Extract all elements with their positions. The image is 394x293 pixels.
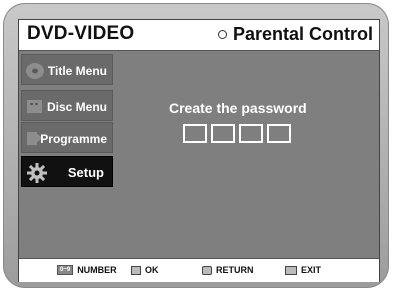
menu-item-label: Programme (40, 132, 107, 146)
password-prompt: Create the password (169, 100, 307, 116)
menu-item-programme[interactable]: Programme (21, 122, 113, 153)
password-digit-box[interactable] (183, 124, 207, 143)
return-key-icon (202, 265, 212, 275)
disc-menu-icon (26, 96, 48, 119)
password-digit-box[interactable] (211, 124, 235, 143)
menu-item-label: Disc Menu (46, 100, 107, 114)
return-hint-label: RETURN (216, 265, 254, 275)
menu-item-title-menu[interactable]: Title Menu (21, 54, 113, 85)
ok-hint[interactable]: OK (131, 265, 159, 275)
ring-icon (217, 30, 227, 39)
section-title: Parental Control (217, 24, 373, 45)
footer-legend: 0~9 NUMBER OK RETURN EXIT (19, 258, 379, 282)
password-input[interactable] (183, 124, 291, 143)
exit-hint[interactable]: EXIT (285, 265, 321, 275)
return-hint[interactable]: RETURN (202, 265, 254, 275)
header-bar: DVD-VIDEO Parental Control (19, 20, 379, 51)
menu-item-label: Title Menu (47, 64, 107, 78)
menu-item-setup[interactable]: Setup (21, 156, 113, 187)
exit-key-icon (285, 265, 297, 275)
password-digit-box[interactable] (267, 124, 291, 143)
menu-item-label: Setup (67, 165, 104, 180)
menu-item-disc-menu[interactable]: Disc Menu (21, 90, 113, 121)
gear-icon (26, 162, 48, 187)
page-title: DVD-VIDEO (27, 23, 135, 44)
password-digit-box[interactable] (239, 124, 263, 143)
number-key-icon: 0~9 (57, 265, 74, 275)
number-hint[interactable]: 0~9 NUMBER (57, 265, 117, 275)
number-hint-label: NUMBER (77, 265, 117, 275)
title-menu-icon (26, 60, 48, 83)
ok-hint-label: OK (145, 265, 159, 275)
enter-key-icon (131, 265, 141, 275)
osd-screen: DVD-VIDEO Parental Control Title Menu Di… (18, 19, 380, 282)
exit-hint-label: EXIT (301, 265, 322, 275)
section-title-label: Parental Control (232, 24, 373, 44)
